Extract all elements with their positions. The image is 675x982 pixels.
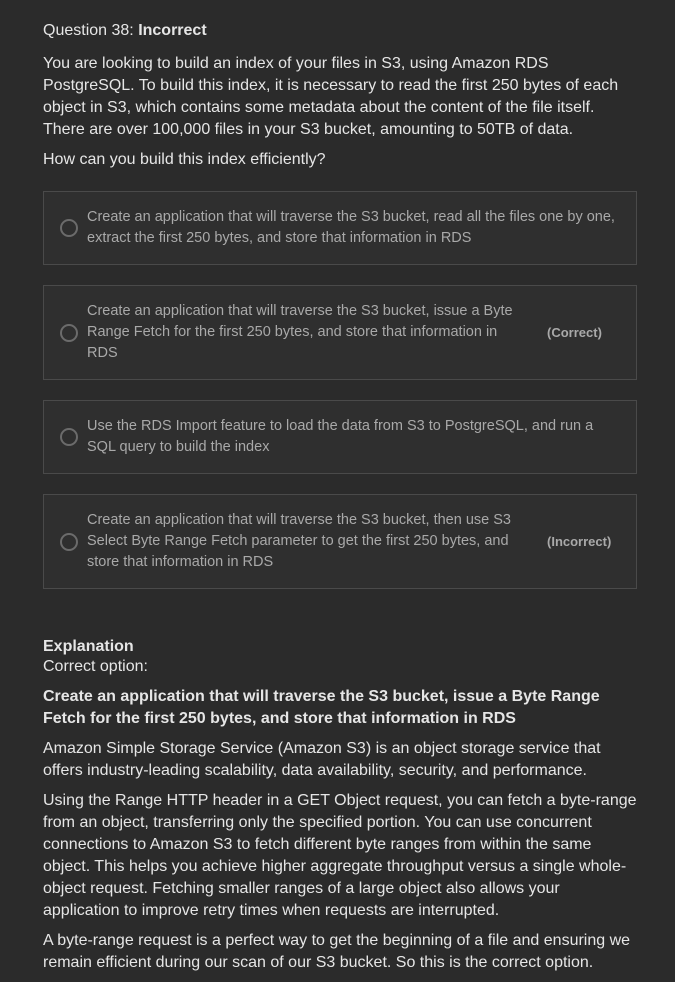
option-text: Use the RDS Import feature to load the d…	[87, 418, 594, 455]
answer-option-4[interactable]: Create an application that will traverse…	[43, 494, 637, 589]
answer-option-1[interactable]: Create an application that will traverse…	[43, 191, 637, 265]
question-text: You are looking to build an index of you…	[43, 55, 619, 138]
radio-button-icon[interactable]	[60, 428, 78, 446]
option-status-correct: (Correct)	[547, 325, 602, 340]
question-header: Question 38: Incorrect	[43, 19, 637, 43]
question-prompt: How can you build this index efficiently…	[43, 151, 326, 168]
explanation-paragraph: A byte-range request is a perfect way to…	[43, 932, 631, 971]
question-panel: Question 38: Incorrect You are looking t…	[43, 19, 637, 982]
question-label: Question 38:	[43, 22, 134, 39]
answer-option-3[interactable]: Use the RDS Import feature to load the d…	[43, 400, 637, 474]
explanation-subtitle: Correct option:	[43, 658, 148, 675]
explanation-paragraph: Using the Range HTTP header in a GET Obj…	[43, 792, 637, 919]
radio-button-icon[interactable]	[60, 532, 78, 551]
question-result: Incorrect	[138, 22, 207, 39]
radio-button-icon[interactable]	[60, 323, 78, 342]
explanation-paragraph: Amazon Simple Storage Service (Amazon S3…	[43, 740, 601, 779]
option-status-incorrect: (Incorrect)	[547, 534, 612, 549]
radio-button-icon[interactable]	[60, 219, 78, 237]
option-text: Create an application that will traverse…	[87, 512, 511, 570]
option-text: Create an application that will traverse…	[87, 209, 615, 246]
option-text: Create an application that will traverse…	[87, 303, 513, 361]
explanation-title: Explanation	[43, 638, 134, 655]
answer-option-2[interactable]: Create an application that will traverse…	[43, 285, 637, 380]
explanation-correct-answer: Create an application that will traverse…	[43, 688, 600, 727]
